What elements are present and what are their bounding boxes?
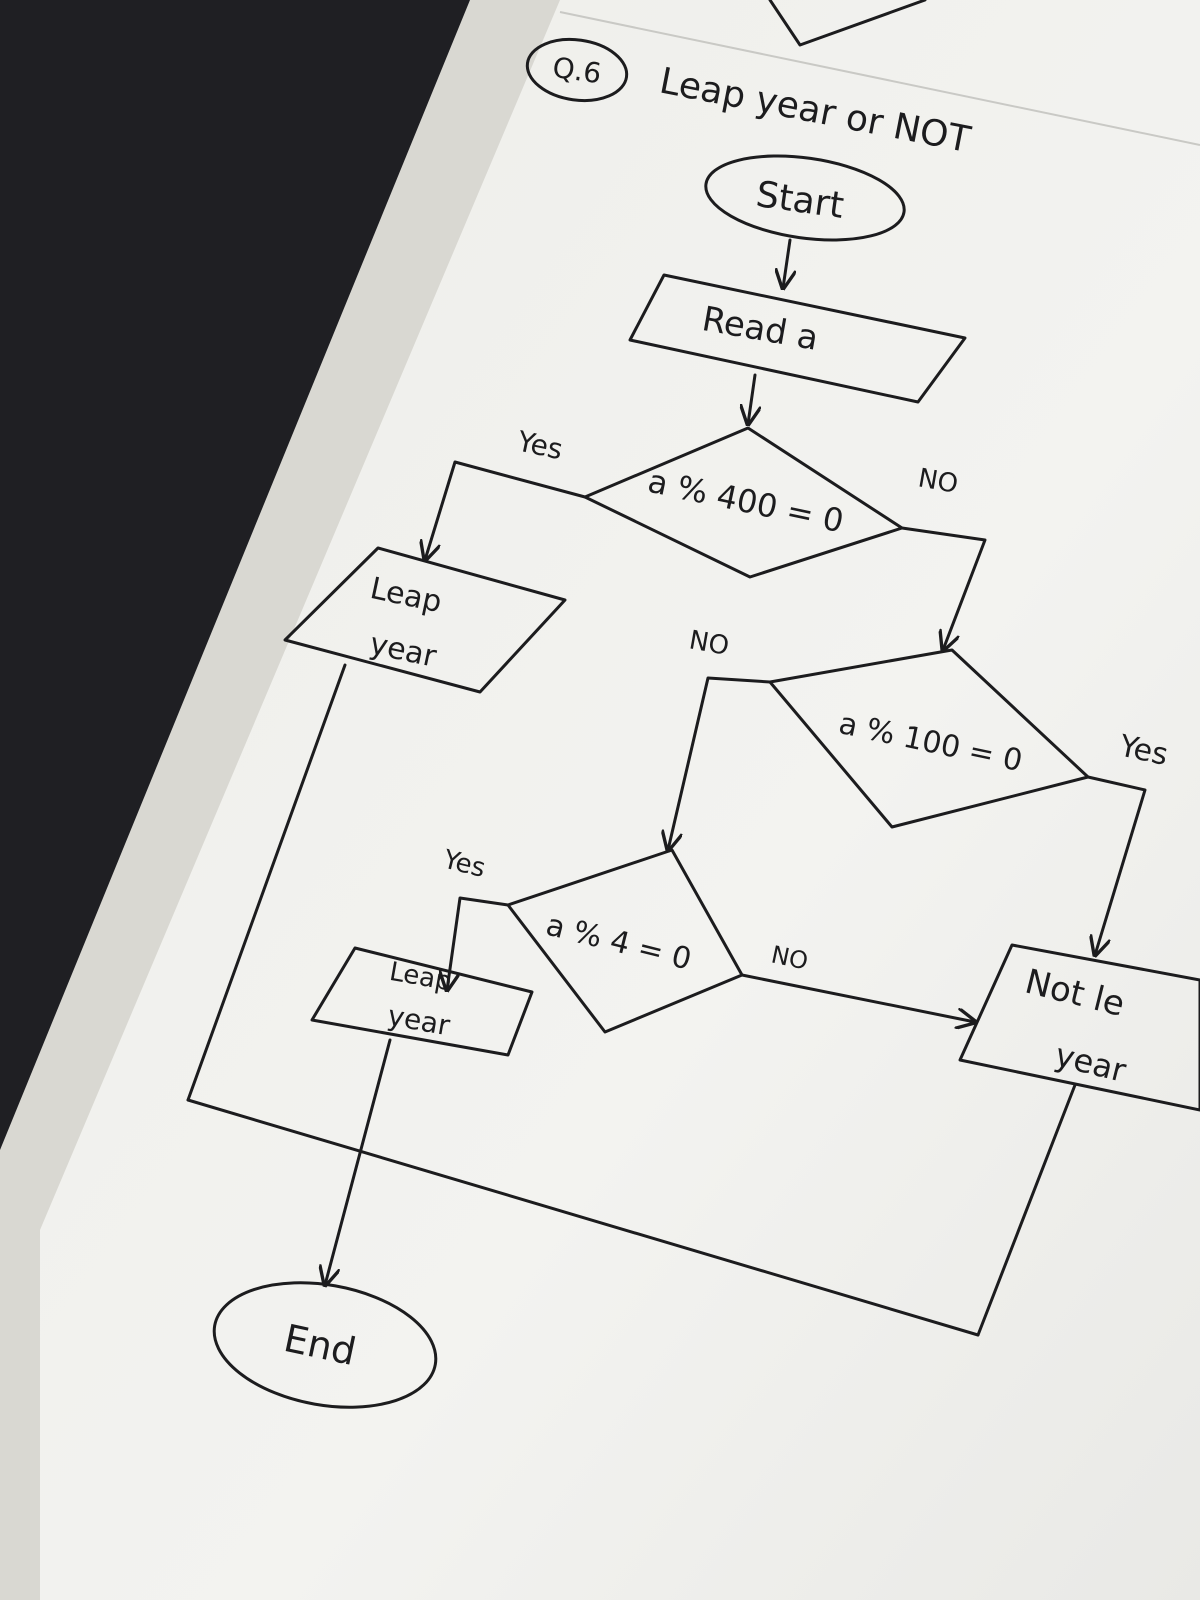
- notebook-photo: Q.6 Leap year or NOT Start Read a a % 40…: [0, 0, 1200, 1600]
- question-number: Q.6: [550, 51, 603, 90]
